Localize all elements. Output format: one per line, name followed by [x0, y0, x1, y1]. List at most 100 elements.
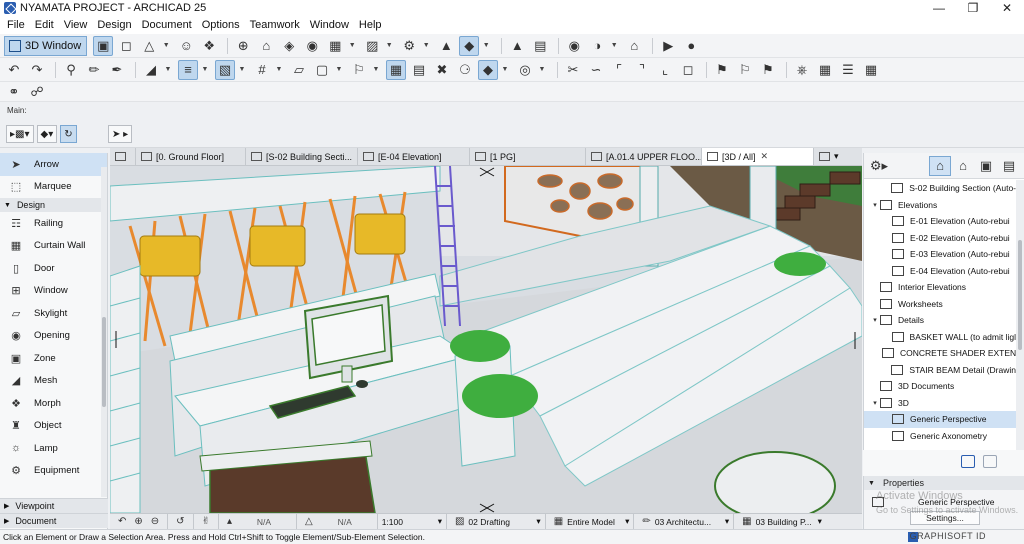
scale-na-field[interactable]: ▴ N/A [219, 513, 297, 530]
menu-teamwork[interactable]: Teamwork [245, 19, 305, 31]
teamwork-icon[interactable]: ● [681, 36, 701, 56]
navigator-item[interactable]: E-01 Elevation (Auto-rebui [864, 213, 1016, 230]
rotate-icon[interactable]: ⚆ [455, 60, 475, 80]
zoom-out-icon[interactable]: ⊖ [151, 516, 159, 527]
polygon-select-button[interactable]: ◆▾ [36, 125, 58, 143]
grid-dropdown-icon[interactable]: ▼ [275, 60, 283, 80]
tab-layout-1pg[interactable]: [1 PG] [470, 148, 586, 165]
tool-marquee[interactable]: ⬚ Marquee [0, 176, 107, 199]
tab-building-section[interactable]: [S-02 Building Secti... [246, 148, 358, 165]
undo-zoom-icon[interactable]: ↶ [118, 516, 126, 527]
group-icon[interactable]: ⚙ [399, 36, 419, 56]
undo-icon[interactable]: ↶ [4, 60, 24, 80]
navigator-item[interactable]: ▾ Details [864, 312, 1016, 329]
fill-icon[interactable]: ▲ [436, 36, 456, 56]
cross-icon[interactable]: ✖ [432, 60, 452, 80]
menu-document[interactable]: Document [137, 19, 197, 31]
pan-status-icon[interactable]: ✌ [194, 513, 219, 530]
tool-opening[interactable]: ◉ Opening [0, 325, 107, 348]
plane-icon[interactable]: ▱ [289, 60, 309, 80]
section-plane-icon[interactable]: ⊕ [233, 36, 253, 56]
flag-icon[interactable]: ⚑ [712, 60, 732, 80]
navigator-item[interactable]: STAIR BEAM Detail (Drawin [864, 362, 1016, 379]
cutaway-icon[interactable]: ◈ [279, 36, 299, 56]
zoom-in-icon[interactable]: ⊕ [134, 516, 142, 527]
tool-skylight[interactable]: ▱ Skylight [0, 302, 107, 325]
tool-arrow[interactable]: ➤ Arrow [0, 153, 107, 176]
scale-field[interactable]: 1:100 ▾ [378, 513, 447, 530]
navigator-item[interactable]: Worksheets [864, 296, 1016, 313]
project-map-icon[interactable]: ⌂ [929, 155, 951, 176]
layout-book-icon[interactable]: ▣ [975, 156, 997, 176]
navigator-item[interactable]: S-02 Building Section (Auto- [864, 180, 1016, 197]
navigator-item[interactable]: 3D Documents [864, 378, 1016, 395]
tree-toggle-icon[interactable]: ▾ [870, 201, 880, 209]
seat-icon[interactable]: ⎈ [792, 60, 812, 80]
pick-up-icon[interactable]: ⚲ [61, 60, 81, 80]
navigator-menu-icon[interactable]: ⚙▸ [868, 156, 890, 176]
orbit-status-icon[interactable]: ↺ [168, 513, 194, 530]
flag-alt-icon[interactable]: ⚐ [735, 60, 755, 80]
minimize-button[interactable]: — [922, 0, 956, 16]
model-icon[interactable]: ⌂ [624, 36, 644, 56]
clone-view-icon[interactable] [983, 455, 997, 468]
split-icon[interactable]: ◎ [515, 60, 535, 80]
menu-edit[interactable]: Edit [30, 19, 59, 31]
lock-icon[interactable]: ⚐ [349, 60, 369, 80]
house-view-icon[interactable]: ⌂ [256, 36, 276, 56]
layer-combination-field[interactable]: ▨ 02 Drafting ▾ [447, 513, 546, 530]
viewpoint-group-header[interactable]: ▶ Viewpoint [0, 498, 108, 513]
tree-toggle-icon[interactable]: ▾ [870, 399, 880, 407]
3d-viewport[interactable] [110, 166, 862, 513]
tool-door[interactable]: ▯ Door [0, 257, 107, 280]
navigator-item[interactable]: ▾ Elevations [864, 197, 1016, 214]
solid-ops-icon[interactable]: ◆ [459, 35, 480, 56]
menu-window[interactable]: Window [305, 19, 354, 31]
close-button[interactable]: ✕ [990, 0, 1024, 16]
graphisoft-id-button[interactable]: GRAPHISOFT ID [910, 531, 986, 541]
perspective-icon[interactable]: ▣ [93, 35, 114, 56]
rotate-select-button[interactable]: ↻ [60, 125, 77, 143]
guide-dropdown-icon[interactable]: ▼ [201, 60, 209, 80]
tool-morph[interactable]: ❖ Morph [0, 392, 107, 415]
tab-ground-floor[interactable]: [0. Ground Floor] [136, 148, 246, 165]
navigator-item[interactable]: CONCRETE SHADER EXTEN [864, 345, 1016, 362]
design-group-header[interactable]: ▼ Design [0, 198, 107, 212]
orbit-icon[interactable]: △ [139, 36, 159, 56]
navigator-item[interactable]: E-04 Elevation (Auto-rebui [864, 263, 1016, 280]
schedule-icon[interactable]: ▦ [861, 60, 881, 80]
surface-icon[interactable]: ▢ [312, 60, 332, 80]
group-dropdown-icon[interactable]: ▼ [422, 36, 430, 56]
properties-header[interactable]: ▼ Properties [864, 476, 1024, 490]
maximize-button[interactable]: ❐ [956, 0, 990, 16]
layers-dropdown-icon[interactable]: ▼ [385, 36, 393, 56]
document-group-header[interactable]: ▶ Document [0, 513, 108, 528]
new-view-icon[interactable] [961, 455, 975, 468]
navigator-item[interactable]: Generic Axonometry [864, 428, 1016, 445]
eyedropper-icon[interactable]: ✒ [107, 60, 127, 80]
elevate-icon[interactable]: ◆ [478, 59, 498, 80]
tool-railing[interactable]: ☶ Railing [0, 212, 107, 235]
markup-dropdown-icon[interactable]: ▼ [348, 36, 356, 56]
tab-3d-all[interactable]: [3D / All] ✕ [702, 148, 814, 165]
inject-icon[interactable]: ✏ [84, 60, 104, 80]
orbit-dropdown-icon[interactable]: ▼ [162, 36, 170, 56]
redo-icon[interactable]: ↷ [27, 60, 47, 80]
navigator-item[interactable]: E-03 Elevation (Auto-rebui [864, 246, 1016, 263]
camera-icon[interactable]: ◉ [564, 36, 584, 56]
guide-line-icon[interactable]: ≡ [178, 59, 198, 80]
tool-window[interactable]: ⊞ Window [0, 280, 107, 303]
chain-icon[interactable]: ☍ [27, 82, 47, 102]
navigator-item[interactable]: Generic Perspective [864, 411, 1016, 428]
toolbox-scrollbar[interactable] [101, 167, 107, 497]
tab-list-menu[interactable]: ▾ [814, 148, 854, 165]
publisher-sets-icon[interactable]: ▤ [998, 156, 1020, 176]
tab-overview[interactable] [110, 148, 136, 165]
3d-window-button[interactable]: 3D Window [4, 35, 88, 56]
menu-options[interactable]: Options [197, 19, 245, 31]
tool-equipment[interactable]: ⚙ Equipment [0, 460, 107, 483]
tool-lamp[interactable]: ☼ Lamp [0, 437, 107, 460]
navigator-item[interactable]: E-02 Elevation (Auto-rebui [864, 230, 1016, 247]
tool-curtain-wall[interactable]: ▦ Curtain Wall [0, 235, 107, 258]
adjust-icon[interactable]: ∽ [586, 60, 606, 80]
